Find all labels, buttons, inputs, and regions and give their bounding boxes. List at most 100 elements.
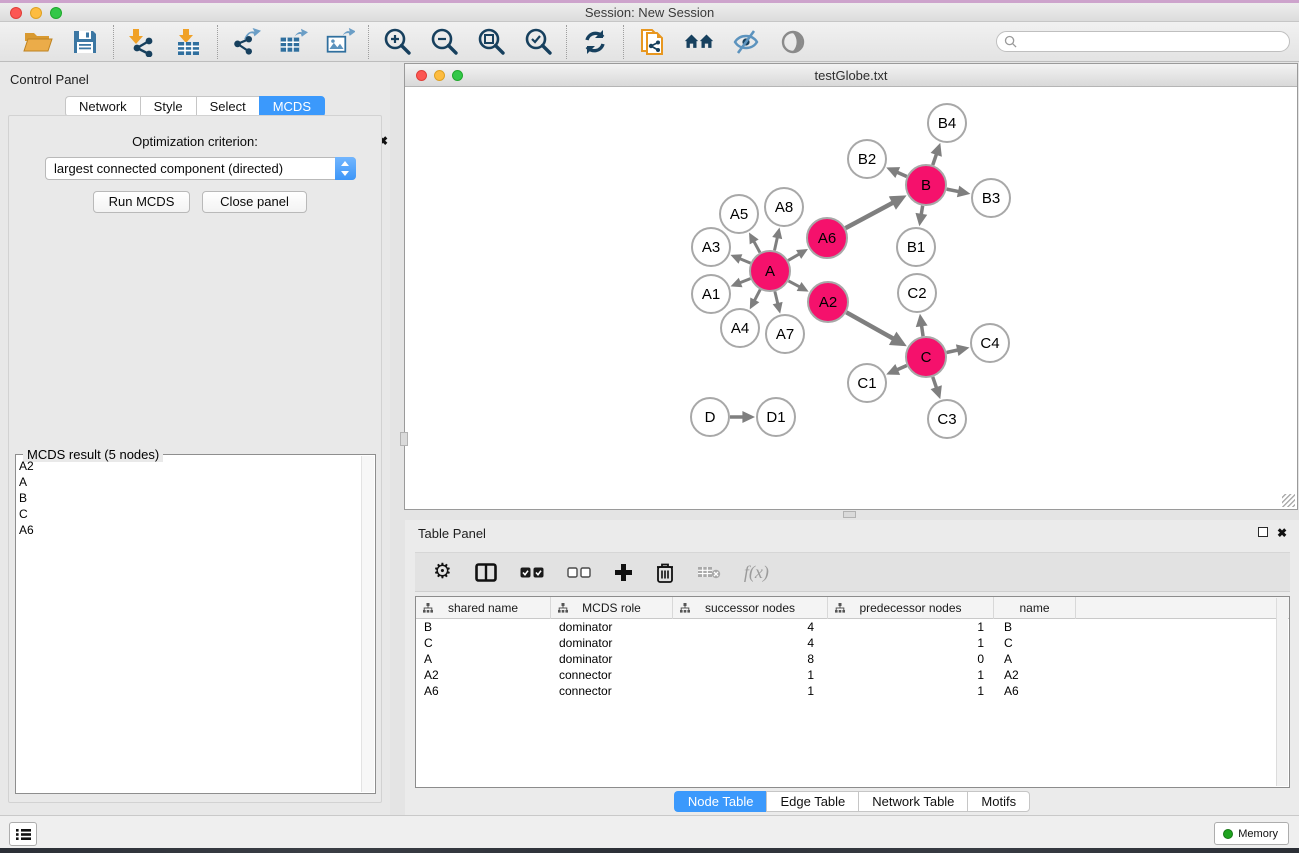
table-row[interactable]: Bdominator41B	[416, 619, 1289, 635]
cell-mcds-role[interactable]: connector	[551, 667, 673, 683]
result-item-b[interactable]: B	[19, 490, 359, 506]
network-window-titlebar[interactable]: testGlobe.txt	[405, 64, 1297, 87]
import-table-icon[interactable]	[174, 27, 204, 57]
export-image-icon[interactable]	[325, 27, 355, 57]
dropdown-stepper[interactable]	[335, 157, 356, 180]
task-history-button[interactable]	[9, 822, 37, 846]
column-header-shared-name[interactable]: shared name	[416, 597, 551, 619]
select-all-checkboxes-icon[interactable]	[520, 559, 544, 585]
result-item-a6[interactable]: A6	[19, 522, 359, 538]
close-network-button[interactable]	[416, 70, 427, 81]
result-item-c[interactable]: C	[19, 506, 359, 522]
app-title: Session: New Session	[0, 3, 1299, 22]
cell-name[interactable]: A	[994, 651, 1076, 667]
column-header-predecessor-nodes[interactable]: predecessor nodes	[828, 597, 994, 619]
cell-predecessor-nodes[interactable]: 1	[828, 683, 994, 699]
column-header-successor-nodes[interactable]: successor nodes	[673, 597, 828, 619]
save-session-icon[interactable]	[70, 27, 100, 57]
memory-button[interactable]: Memory	[1214, 822, 1289, 845]
cell-successor-nodes[interactable]: 1	[673, 667, 828, 683]
cell-mcds-role[interactable]: dominator	[551, 635, 673, 651]
zoom-window-button[interactable]	[50, 7, 62, 19]
open-session-icon[interactable]	[23, 27, 53, 57]
table-scrollbar[interactable]	[1276, 598, 1288, 786]
close-table-panel-icon[interactable]: ✖	[1277, 528, 1287, 538]
result-item-a2[interactable]: A2	[19, 458, 359, 474]
tab-style[interactable]: Style	[140, 96, 196, 117]
close-window-button[interactable]	[10, 7, 22, 19]
zoom-selected-icon[interactable]	[523, 27, 553, 57]
window-resize-grip[interactable]	[1282, 494, 1295, 507]
column-selector-icon[interactable]	[475, 559, 497, 585]
table-row[interactable]: Cdominator41C	[416, 635, 1289, 651]
cell-predecessor-nodes[interactable]: 1	[828, 667, 994, 683]
cell-predecessor-nodes[interactable]: 1	[828, 635, 994, 651]
split-divider-handle-left[interactable]	[400, 432, 408, 446]
optimization-criterion-dropdown[interactable]: largest connected component (directed)	[45, 157, 356, 180]
minimize-window-button[interactable]	[30, 7, 42, 19]
delete-column-trash-icon[interactable]	[656, 559, 674, 585]
network-canvas[interactable]: B4B2BB3A8A5A6A3B1AC2A1A2A4A7C4CC1DD1C3	[405, 88, 1297, 509]
cell-predecessor-nodes[interactable]: 0	[828, 651, 994, 667]
graph-node-label-A2: A2	[819, 294, 837, 311]
cell-shared-name[interactable]: A6	[416, 683, 551, 699]
cell-mcds-role[interactable]: connector	[551, 683, 673, 699]
cell-shared-name[interactable]: A	[416, 651, 551, 667]
cell-name[interactable]: B	[994, 619, 1076, 635]
table-row[interactable]: A6connector11A6	[416, 683, 1289, 699]
table-tab-network-table[interactable]: Network Table	[858, 791, 967, 812]
close-panel-button[interactable]: Close panel	[202, 191, 307, 213]
add-column-icon[interactable]	[614, 559, 633, 585]
tab-network[interactable]: Network	[65, 96, 140, 117]
table-row[interactable]: Adominator80A	[416, 651, 1289, 667]
result-scrollbar[interactable]	[361, 456, 374, 792]
cell-mcds-role[interactable]: dominator	[551, 651, 673, 667]
minimize-network-button[interactable]	[434, 70, 445, 81]
cell-successor-nodes[interactable]: 4	[673, 619, 828, 635]
cell-successor-nodes[interactable]: 4	[673, 635, 828, 651]
graph-edge-A2-C[interactable]	[846, 312, 895, 340]
search-field[interactable]	[996, 31, 1290, 52]
result-item-a[interactable]: A	[19, 474, 359, 490]
table-tab-motifs[interactable]: Motifs	[967, 791, 1030, 812]
graph-edge-A6-B[interactable]	[846, 202, 896, 229]
deselect-all-checkboxes-icon[interactable]	[567, 559, 591, 585]
export-network-icon[interactable]	[231, 27, 261, 57]
tab-mcds[interactable]: MCDS	[259, 96, 325, 117]
table-toolbar: ⚙	[415, 552, 1290, 592]
column-header-mcds-role[interactable]: MCDS role	[551, 597, 673, 619]
zoom-fit-icon[interactable]	[476, 27, 506, 57]
import-network-icon[interactable]	[127, 27, 157, 57]
table-tab-node-table[interactable]: Node Table	[674, 791, 767, 812]
home-view-icon[interactable]	[684, 27, 714, 57]
table-options-gear-icon[interactable]: ⚙	[433, 559, 452, 585]
table-tab-edge-table[interactable]: Edge Table	[766, 791, 858, 812]
birds-eye-view-icon[interactable]	[778, 27, 808, 57]
clone-network-icon[interactable]	[637, 27, 667, 57]
zoom-network-button[interactable]	[452, 70, 463, 81]
split-divider-handle-bottom[interactable]	[843, 511, 856, 518]
cell-name[interactable]: C	[994, 635, 1076, 651]
graph-edge-A-A8[interactable]	[774, 236, 777, 251]
table-row[interactable]: A2connector11A2	[416, 667, 1289, 683]
hide-graphics-details-icon[interactable]	[731, 27, 761, 57]
cell-shared-name[interactable]: C	[416, 635, 551, 651]
refresh-network-icon[interactable]	[580, 27, 610, 57]
cell-shared-name[interactable]: B	[416, 619, 551, 635]
export-table-icon[interactable]	[278, 27, 308, 57]
cell-successor-nodes[interactable]: 8	[673, 651, 828, 667]
cell-mcds-role[interactable]: dominator	[551, 619, 673, 635]
float-table-panel-icon[interactable]	[1258, 527, 1268, 537]
cell-successor-nodes[interactable]: 1	[673, 683, 828, 699]
cell-name[interactable]: A2	[994, 667, 1076, 683]
column-header-name[interactable]: name	[994, 597, 1076, 619]
zoom-in-icon[interactable]	[382, 27, 412, 57]
cell-name[interactable]: A6	[994, 683, 1076, 699]
function-builder-icon[interactable]: f(x)	[744, 559, 769, 585]
delete-table-icon[interactable]	[697, 559, 721, 585]
zoom-out-icon[interactable]	[429, 27, 459, 57]
cell-shared-name[interactable]: A2	[416, 667, 551, 683]
cell-predecessor-nodes[interactable]: 1	[828, 619, 994, 635]
run-mcds-button[interactable]: Run MCDS	[93, 191, 190, 213]
tab-select[interactable]: Select	[196, 96, 259, 117]
